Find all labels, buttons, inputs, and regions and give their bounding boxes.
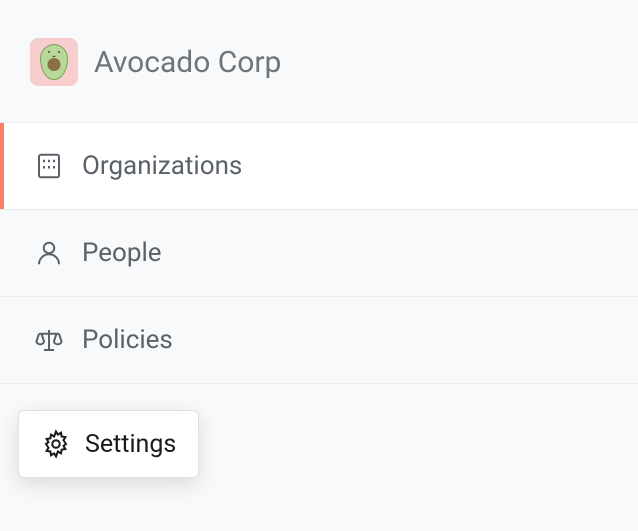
building-icon	[34, 151, 64, 181]
settings-popup[interactable]: Settings	[18, 410, 199, 478]
nav-item-policies[interactable]: Policies	[0, 296, 638, 384]
scales-icon	[34, 325, 64, 355]
nav-item-people[interactable]: People	[0, 209, 638, 296]
person-icon	[34, 238, 64, 268]
header: Avocado Corp	[0, 0, 638, 122]
gear-icon	[41, 429, 71, 459]
sidebar-nav: Organizations People Policies	[0, 122, 638, 384]
company-logo	[30, 38, 78, 86]
avocado-icon	[40, 44, 68, 80]
settings-label: Settings	[85, 430, 176, 459]
nav-item-label: People	[82, 238, 162, 268]
company-name: Avocado Corp	[94, 45, 281, 80]
nav-item-label: Organizations	[82, 151, 242, 181]
nav-item-organizations[interactable]: Organizations	[0, 122, 638, 209]
nav-item-label: Policies	[82, 325, 173, 355]
